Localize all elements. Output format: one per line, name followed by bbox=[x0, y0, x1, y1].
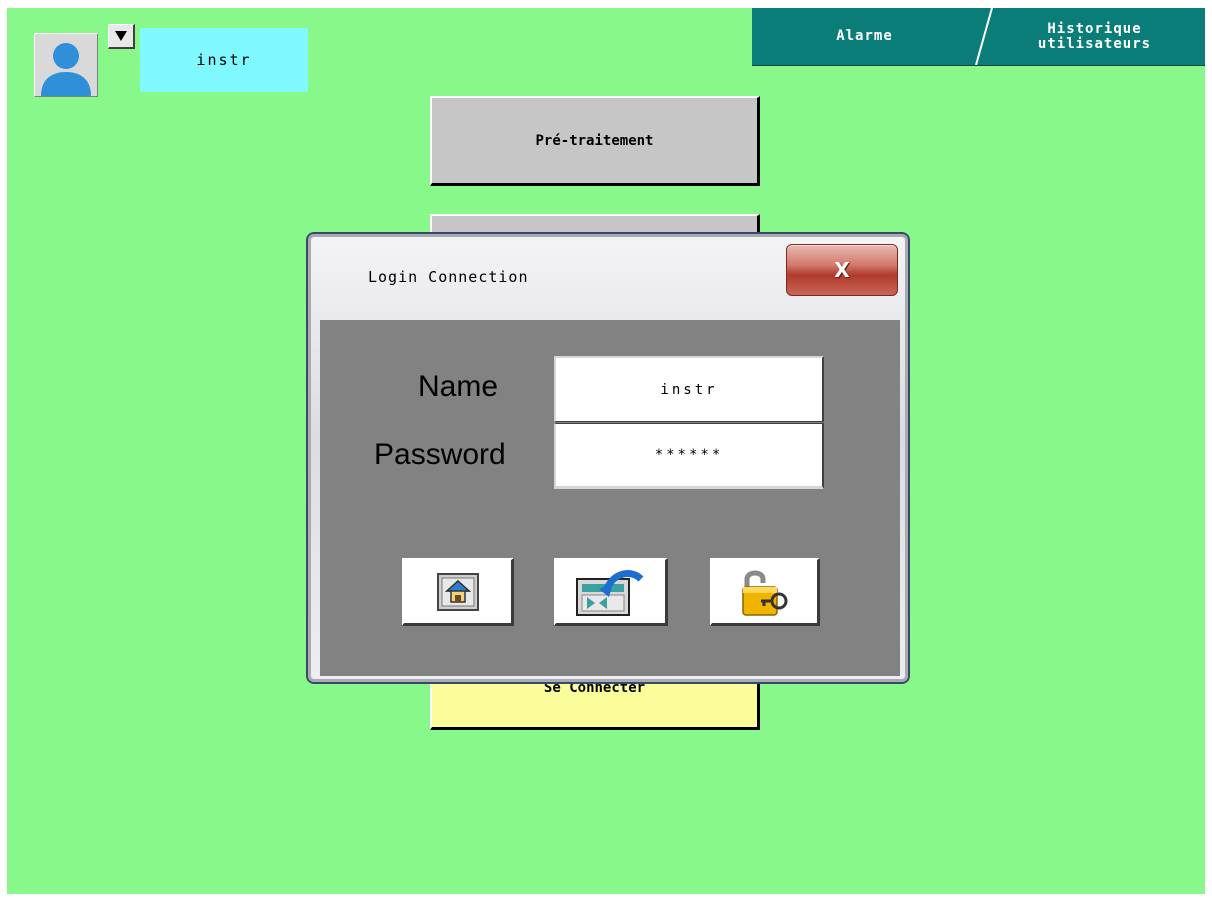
unlock-key-icon bbox=[741, 570, 787, 616]
tab-historique-label: Historique utilisateurs bbox=[1037, 20, 1152, 52]
tab-alarme[interactable]: Alarme bbox=[752, 8, 977, 65]
user-dropdown-button[interactable] bbox=[108, 24, 135, 49]
tab-historique-line1: Historique bbox=[1047, 20, 1142, 37]
user-avatar[interactable] bbox=[34, 33, 98, 97]
current-user-field[interactable]: instr bbox=[140, 28, 308, 92]
user-avatar-icon bbox=[41, 43, 91, 96]
home-icon bbox=[436, 572, 479, 611]
name-field[interactable]: instr bbox=[554, 356, 824, 422]
close-icon: X bbox=[834, 258, 850, 282]
triangle-down-icon bbox=[115, 31, 127, 41]
name-label: Name bbox=[418, 370, 499, 403]
top-tab-bar: Alarme Historique utilisateurs bbox=[752, 8, 1205, 66]
close-button[interactable]: X bbox=[786, 244, 898, 296]
current-user-name: instr bbox=[196, 51, 252, 69]
dialog-title: Login Connection bbox=[368, 268, 529, 286]
return-screen-button[interactable] bbox=[554, 558, 668, 626]
dialog-body: Name Password instr ****** bbox=[320, 320, 900, 676]
pretraitement-label: Pré-traitement bbox=[535, 132, 654, 149]
home-button[interactable] bbox=[402, 558, 514, 626]
pretraitement-button[interactable]: Pré-traitement bbox=[430, 96, 760, 186]
tab-alarme-label: Alarme bbox=[836, 28, 893, 44]
return-screen-icon bbox=[575, 569, 643, 616]
name-value: instr bbox=[660, 381, 718, 398]
password-label: Password bbox=[374, 438, 506, 471]
login-unlock-button[interactable] bbox=[710, 558, 820, 626]
tab-historique-line2: utilisateurs bbox=[1037, 35, 1152, 52]
login-dialog: Login Connection X Name Password instr *… bbox=[306, 232, 910, 684]
password-value: ****** bbox=[654, 447, 724, 463]
password-field[interactable]: ****** bbox=[554, 423, 824, 489]
tab-historique-utilisateurs[interactable]: Historique utilisateurs bbox=[984, 8, 1205, 65]
